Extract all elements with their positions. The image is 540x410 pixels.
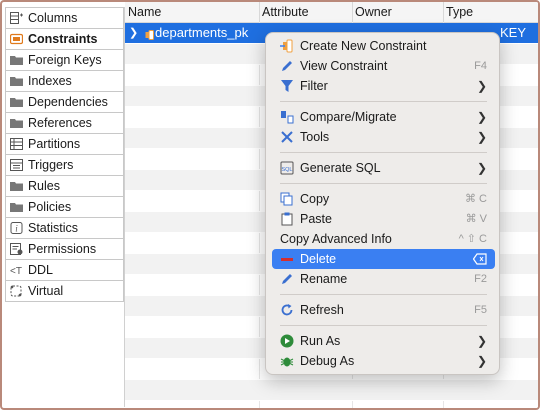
column-header-name[interactable]: Name [125,2,260,22]
run-icon [280,334,294,348]
paste-icon [280,212,294,226]
menu-item-view-constraint[interactable]: View Constraint F4 [272,56,495,76]
menu-item-rename[interactable]: Rename F2 [272,269,495,289]
column-header-type[interactable]: Type [443,2,538,22]
columns-icon [10,12,23,24]
folder-icon [10,180,23,192]
svg-text:SQL: SQL [281,167,292,173]
folder-icon [10,201,23,213]
filter-icon [280,79,294,93]
menu-item-debug-as[interactable]: Debug As ❯ [272,351,495,371]
sidebar-item-label: Constraints [28,32,98,46]
sidebar-item-label: Rules [28,179,60,193]
sidebar-item-label: Partitions [28,137,81,151]
sidebar-item-policies[interactable]: Policies [5,197,124,218]
column-header-attribute[interactable]: Attribute [259,2,353,22]
sidebar-item-ddl[interactable]: <T DDL [5,260,124,281]
triggers-icon [10,159,23,171]
ddl-icon: <T [10,264,23,276]
window-frame: Columns Constraints Foreign Keys Indexes… [0,0,540,410]
table-row [125,380,538,401]
menu-item-compare-migrate[interactable]: Compare/Migrate ❯ [272,107,495,127]
create-constraint-icon [280,39,294,53]
folder-icon [10,75,23,87]
submenu-arrow-icon: ❯ [476,110,487,124]
sidebar-item-label: Indexes [28,74,72,88]
sidebar-item-foreign-keys[interactable]: Foreign Keys [5,50,124,71]
menu-separator [280,183,487,184]
sidebar-item-label: Policies [28,200,72,214]
context-menu: Create New Constraint View Constraint F4… [265,32,500,375]
tools-icon [280,130,294,144]
menu-item-copy-advanced-info[interactable]: Copy Advanced Info ^ ⇧ C [272,229,495,249]
submenu-arrow-icon: ❯ [476,161,487,175]
sidebar-item-references[interactable]: References [5,113,124,134]
sidebar-item-virtual[interactable]: Virtual [5,281,124,302]
menu-item-paste[interactable]: Paste ⌘ V [272,209,495,229]
menu-item-copy[interactable]: Copy ⌘ C [272,189,495,209]
menu-item-refresh[interactable]: Refresh F5 [272,300,495,320]
table-header: Name Attribute Owner Type [125,2,538,23]
menu-item-create-constraint[interactable]: Create New Constraint [272,36,495,56]
compare-icon [280,110,294,124]
submenu-arrow-icon: ❯ [476,130,487,144]
menu-item-filter[interactable]: Filter ❯ [272,76,495,96]
sidebar-item-label: Triggers [28,158,74,172]
menu-item-delete[interactable]: Delete [272,249,495,269]
permissions-icon [10,243,23,255]
sidebar-item-label: Permissions [28,242,97,256]
menu-separator [280,294,487,295]
menu-separator [280,101,487,102]
sql-icon: SQL [280,161,294,175]
sidebar-item-columns[interactable]: Columns [5,7,124,29]
menu-item-tools[interactable]: Tools ❯ [272,127,495,147]
menu-separator [280,152,487,153]
column-header-owner[interactable]: Owner [352,2,444,22]
sidebar-item-partitions[interactable]: Partitions [5,134,124,155]
pencil-icon [280,59,294,73]
folder-icon [10,117,23,129]
sidebar-item-rules[interactable]: Rules [5,176,124,197]
sidebar: Columns Constraints Foreign Keys Indexes… [5,7,125,407]
folder-icon [10,96,23,108]
delete-icon [280,252,294,266]
refresh-icon [280,303,294,317]
sidebar-item-constraints[interactable]: Constraints [5,29,124,50]
sidebar-item-permissions[interactable]: Permissions [5,239,124,260]
constraints-icon [10,33,23,45]
expand-chevron-icon[interactable]: ❯ [129,23,138,43]
sidebar-item-dependencies[interactable]: Dependencies [5,92,124,113]
row-name: departments_pk [155,25,249,40]
sidebar-item-label: Virtual [28,284,64,298]
sidebar-item-label: References [28,116,92,130]
submenu-arrow-icon: ❯ [476,354,487,368]
svg-text:i: i [15,224,18,234]
row-type: KEY [499,25,526,40]
svg-text:<T: <T [10,266,22,276]
sidebar-item-label: Statistics [28,221,79,235]
folder-icon [10,54,23,66]
menu-item-generate-sql[interactable]: SQL Generate SQL ❯ [272,158,495,178]
sidebar-item-triggers[interactable]: Triggers [5,155,124,176]
table-row [125,401,538,408]
submenu-arrow-icon: ❯ [476,79,487,93]
rename-icon [280,272,294,286]
sidebar-item-label: DDL [28,263,54,277]
submenu-arrow-icon: ❯ [476,334,487,348]
sidebar-item-label: Columns [28,11,78,25]
debug-icon [280,354,294,368]
partitions-icon [10,138,23,150]
sidebar-item-indexes[interactable]: Indexes [5,71,124,92]
copy-icon [280,192,294,206]
menu-separator [280,325,487,326]
primary-key-icon [145,28,154,43]
sidebar-item-statistics[interactable]: i Statistics [5,218,124,239]
virtual-icon [10,285,23,297]
statistics-icon: i [10,222,23,234]
sidebar-item-label: Foreign Keys [28,53,102,67]
sidebar-item-label: Dependencies [28,95,108,109]
menu-item-run-as[interactable]: Run As ❯ [272,331,495,351]
